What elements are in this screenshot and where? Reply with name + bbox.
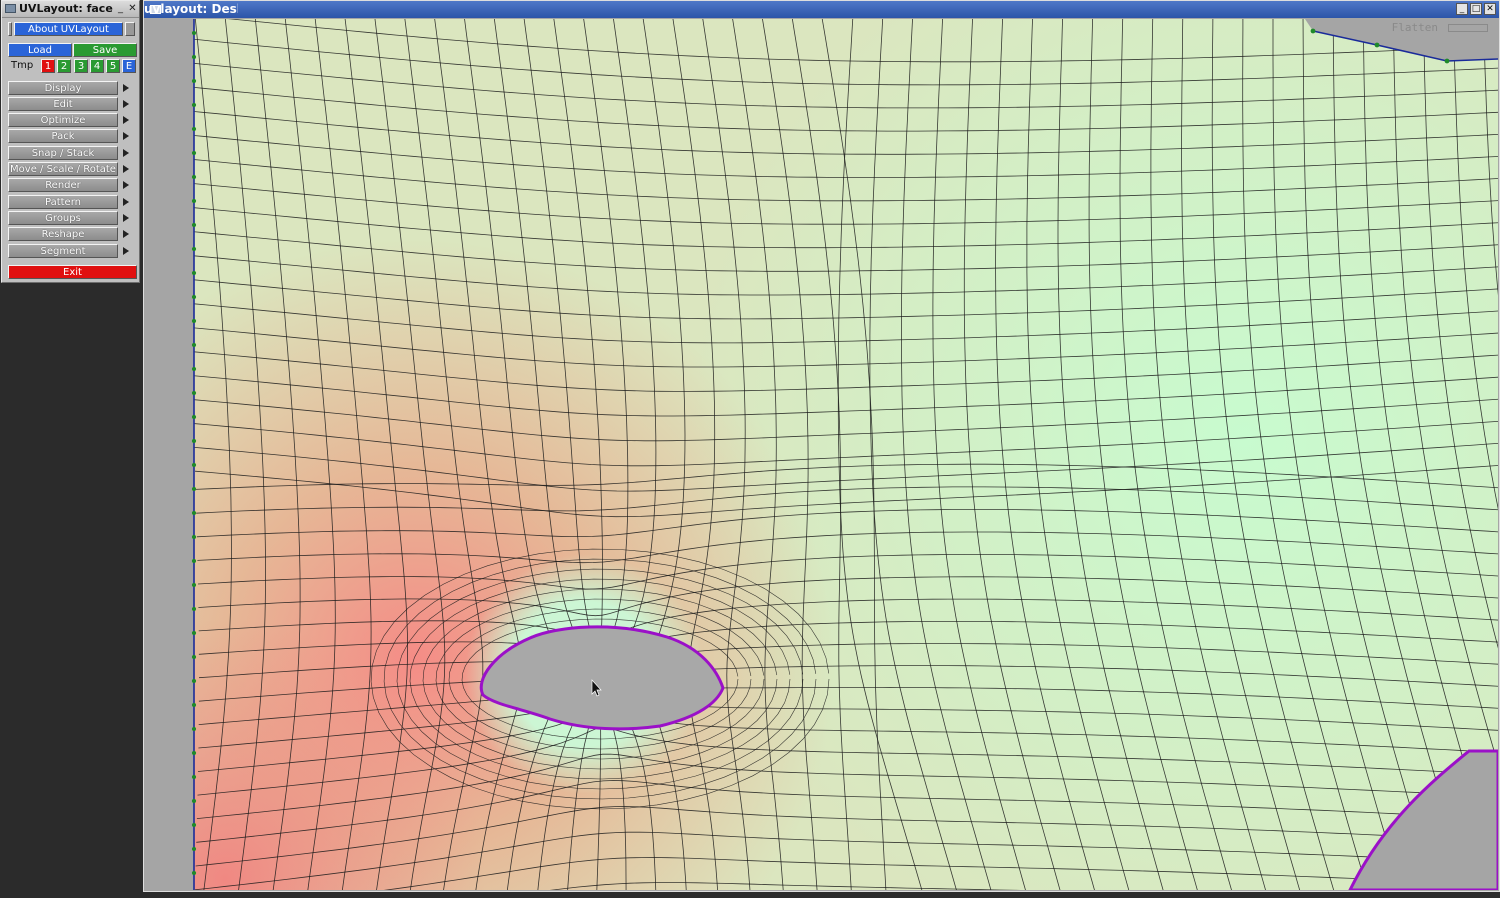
close-icon[interactable]: ✕ [127, 3, 138, 14]
panel-left-handle[interactable] [8, 22, 12, 36]
flatten-progress-bar [1448, 24, 1488, 32]
triangle-right-icon[interactable] [123, 149, 129, 157]
flatten-mode-label: Flatten [1391, 21, 1438, 34]
menu-optimize[interactable]: Optimize [8, 113, 118, 127]
triangle-right-icon[interactable] [123, 116, 129, 124]
exit-button[interactable]: Exit [8, 265, 137, 279]
triangle-right-icon[interactable] [123, 181, 129, 189]
tmp-label: Tmp [11, 60, 34, 71]
uv-canvas[interactable]: Flatten [145, 19, 1498, 890]
menu-edit[interactable]: Edit [8, 97, 118, 111]
close-icon[interactable]: ✕ [1484, 3, 1496, 15]
triangle-right-icon[interactable] [123, 100, 129, 108]
menu-pattern[interactable]: Pattern [8, 195, 118, 209]
menu-segment[interactable]: Segment [8, 244, 118, 258]
panel-title: UVLayout: face [19, 2, 113, 15]
tmp-slot-4[interactable]: 4 [90, 59, 104, 73]
menu-groups[interactable]: Groups [8, 211, 118, 225]
panel-titlebar[interactable]: UVLayout: face _ ✕ [2, 1, 139, 18]
menu-move-scale-rotate[interactable]: Move / Scale / Rotate [8, 162, 118, 176]
uv-mesh[interactable] [145, 19, 1498, 890]
triangle-right-icon[interactable] [123, 247, 129, 255]
triangle-right-icon[interactable] [123, 165, 129, 173]
uv-viewport-window: uvlayout: Desktop/face.obj _ □ ✕ [143, 0, 1500, 892]
viewport-titlebar[interactable]: uvlayout: Desktop/face.obj _ □ ✕ [144, 1, 1499, 18]
tmp-slot-1[interactable]: 1 [41, 59, 55, 73]
maximize-icon[interactable]: □ [1470, 3, 1482, 15]
menu-render[interactable]: Render [8, 178, 118, 192]
save-button[interactable]: Save [73, 43, 137, 57]
triangle-right-icon[interactable] [123, 132, 129, 140]
menu-snap-stack[interactable]: Snap / Stack [8, 146, 118, 160]
triangle-right-icon[interactable] [123, 198, 129, 206]
minimize-icon[interactable]: _ [1456, 3, 1468, 15]
tool-panel-window: UVLayout: face _ ✕ About UVLayout Load S… [1, 0, 140, 283]
load-button[interactable]: Load [8, 43, 72, 57]
viewport-title: uvlayout: Desktop/face.obj [144, 2, 238, 16]
panel-right-handle[interactable] [125, 22, 135, 36]
tmp-slot-5[interactable]: 5 [106, 59, 120, 73]
menu-pack[interactable]: Pack [8, 129, 118, 143]
triangle-right-icon[interactable] [123, 214, 129, 222]
minimize-icon[interactable]: _ [115, 3, 126, 14]
menu-reshape[interactable]: Reshape [8, 227, 118, 241]
window-menu-icon[interactable] [5, 4, 16, 13]
tmp-slot-3[interactable]: 3 [74, 59, 88, 73]
triangle-right-icon[interactable] [123, 84, 129, 92]
triangle-right-icon[interactable] [123, 230, 129, 238]
menu-display[interactable]: Display [8, 81, 118, 95]
tmp-slot-e[interactable]: E [122, 59, 136, 73]
tmp-slot-2[interactable]: 2 [57, 59, 71, 73]
about-button[interactable]: About UVLayout [14, 22, 123, 36]
